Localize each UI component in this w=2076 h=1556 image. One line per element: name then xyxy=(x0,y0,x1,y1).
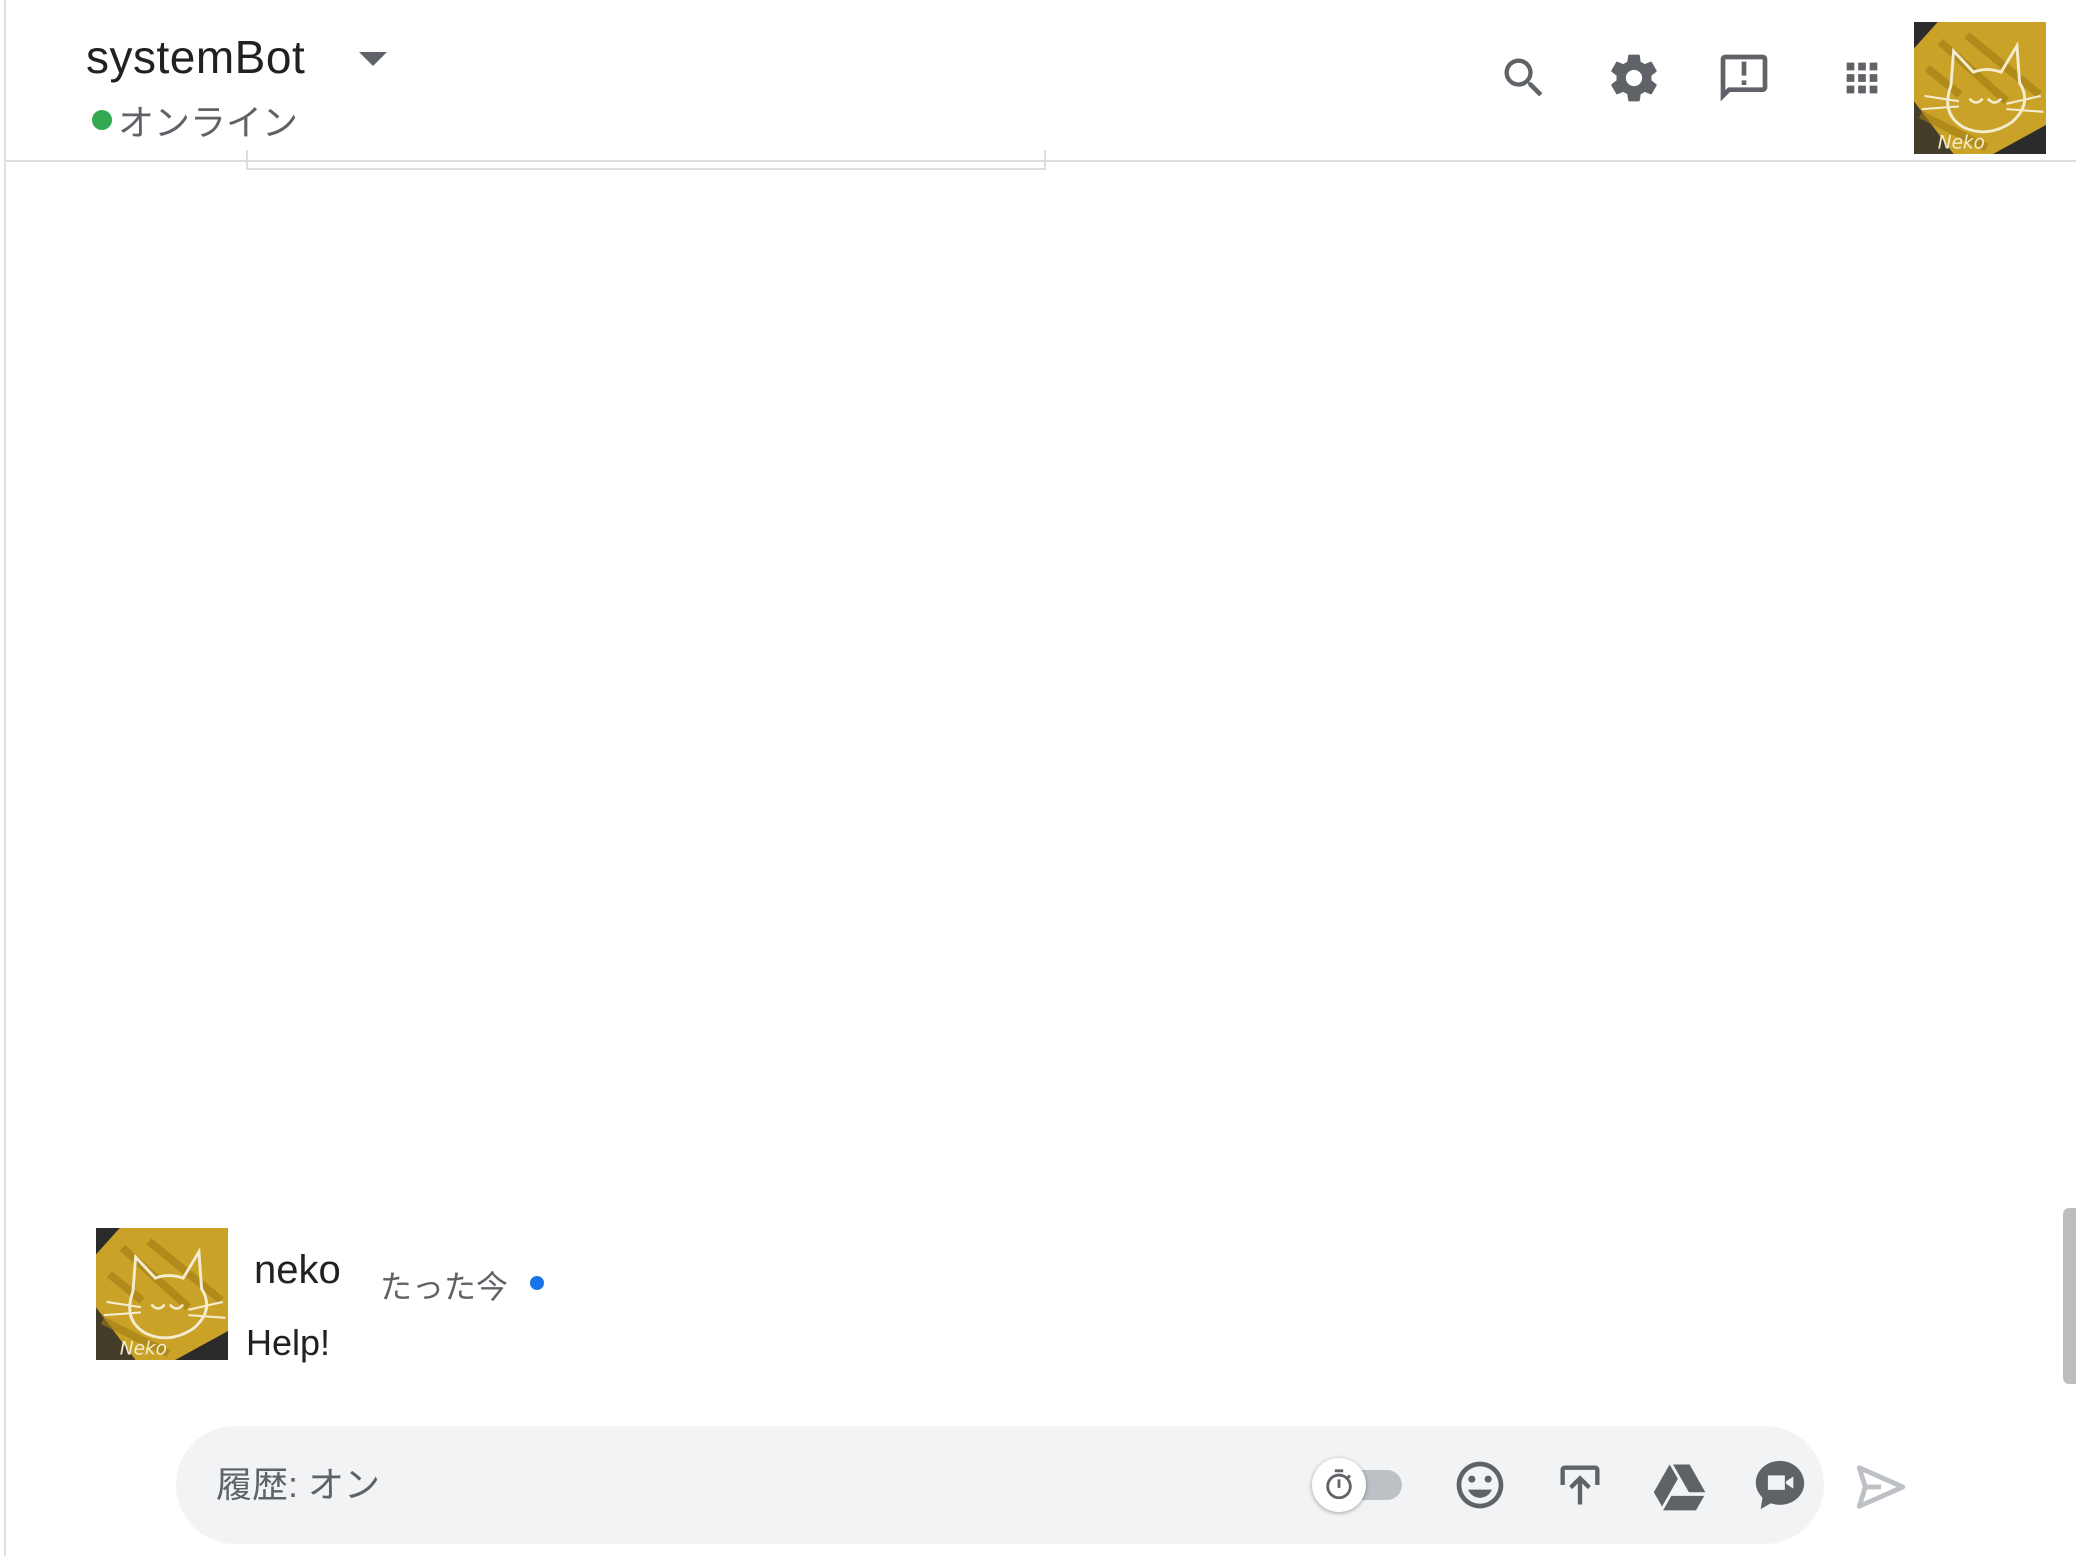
presence-status: オンライン xyxy=(92,94,298,146)
message-text: Help! xyxy=(246,1322,331,1363)
chat-header: systemBot オンライン Neko xyxy=(6,0,2076,162)
settings-gear-icon[interactable] xyxy=(1602,46,1666,110)
video-meet-icon[interactable] xyxy=(1748,1453,1812,1517)
upload-icon[interactable] xyxy=(1548,1453,1612,1517)
send-icon[interactable] xyxy=(1846,1452,1916,1522)
message-author[interactable]: neko xyxy=(254,1248,341,1293)
message-timestamp: たった今 xyxy=(380,1269,509,1305)
unread-indicator-dot xyxy=(530,1276,544,1290)
toggle-knob xyxy=(1312,1458,1366,1512)
presence-label: オンライン xyxy=(118,102,299,143)
chevron-down-icon[interactable] xyxy=(359,52,387,66)
apps-grid-icon[interactable] xyxy=(1830,46,1894,110)
window-border xyxy=(4,0,6,1556)
previous-message-card xyxy=(246,150,1046,170)
emoji-icon[interactable] xyxy=(1448,1453,1512,1517)
online-dot-icon xyxy=(92,110,112,130)
chat-window: systemBot オンライン Neko Neko neko たった今 Help… xyxy=(0,0,2076,1556)
scrollbar-thumb[interactable] xyxy=(2063,1208,2076,1384)
history-timer-toggle[interactable] xyxy=(1312,1458,1404,1512)
message-author-avatar[interactable]: Neko xyxy=(96,1228,228,1360)
room-name[interactable]: systemBot xyxy=(86,30,305,84)
avatar-signature: Neko xyxy=(120,1339,167,1360)
search-icon[interactable] xyxy=(1492,46,1556,110)
avatar-signature: Neko xyxy=(1938,133,1985,154)
timer-icon xyxy=(1326,1469,1352,1500)
feedback-icon[interactable] xyxy=(1712,46,1776,110)
account-avatar[interactable]: Neko xyxy=(1914,22,2046,154)
drive-icon[interactable] xyxy=(1648,1453,1712,1517)
cat-avatar-image: Neko xyxy=(1914,22,2046,154)
cat-avatar-image: Neko xyxy=(96,1228,228,1360)
message-composer xyxy=(176,1426,1824,1544)
message-input[interactable] xyxy=(216,1456,1316,1514)
